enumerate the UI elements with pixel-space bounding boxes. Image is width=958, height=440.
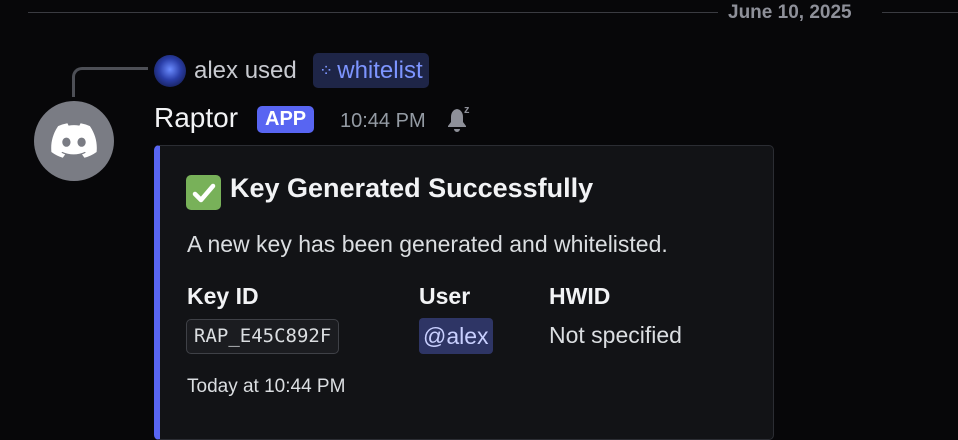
key-id-value[interactable]: RAP_E45C892F — [186, 319, 340, 354]
reply-connector — [72, 67, 148, 97]
embed-footer-timestamp: Today at 10:44 PM — [187, 376, 346, 397]
slash-command-icon: ⁘ — [319, 60, 333, 80]
bell-snooze-icon: z — [448, 104, 470, 132]
date-divider-line — [28, 12, 718, 13]
reply-action: used — [244, 57, 297, 84]
command-name[interactable]: whitelist — [337, 57, 422, 85]
user-mention[interactable]: @alex — [419, 318, 493, 354]
check-mark-icon — [186, 175, 221, 210]
field-name-user: User — [419, 283, 471, 309]
svg-text:z: z — [464, 104, 470, 116]
message-timestamp[interactable]: 10:44 PM — [340, 110, 426, 133]
hwid-value: Not specified — [549, 322, 682, 348]
app-badge: APP — [257, 106, 315, 133]
discord-logo-icon — [51, 123, 97, 158]
embed-description: A new key has been generated and whiteli… — [187, 231, 668, 257]
reply-context[interactable]: alex used — [194, 57, 297, 85]
command-pill[interactable]: ⁘ whitelist — [313, 53, 429, 88]
date-divider: June 10, 2025 — [728, 2, 852, 23]
embed-title: Key Generated Successfully — [230, 173, 594, 203]
bot-avatar[interactable] — [34, 101, 114, 181]
message-author[interactable]: Raptor — [154, 102, 238, 134]
field-name-key-id: Key ID — [187, 283, 259, 309]
date-divider-line — [882, 12, 958, 13]
reply-username[interactable]: alex — [194, 57, 238, 84]
reply-user-avatar[interactable] — [154, 55, 186, 87]
chat-stage: June 10, 2025 alex used ⁘ whitelist Rapt… — [0, 0, 958, 440]
field-name-hwid: HWID — [549, 283, 611, 309]
check-glyph — [192, 183, 215, 202]
